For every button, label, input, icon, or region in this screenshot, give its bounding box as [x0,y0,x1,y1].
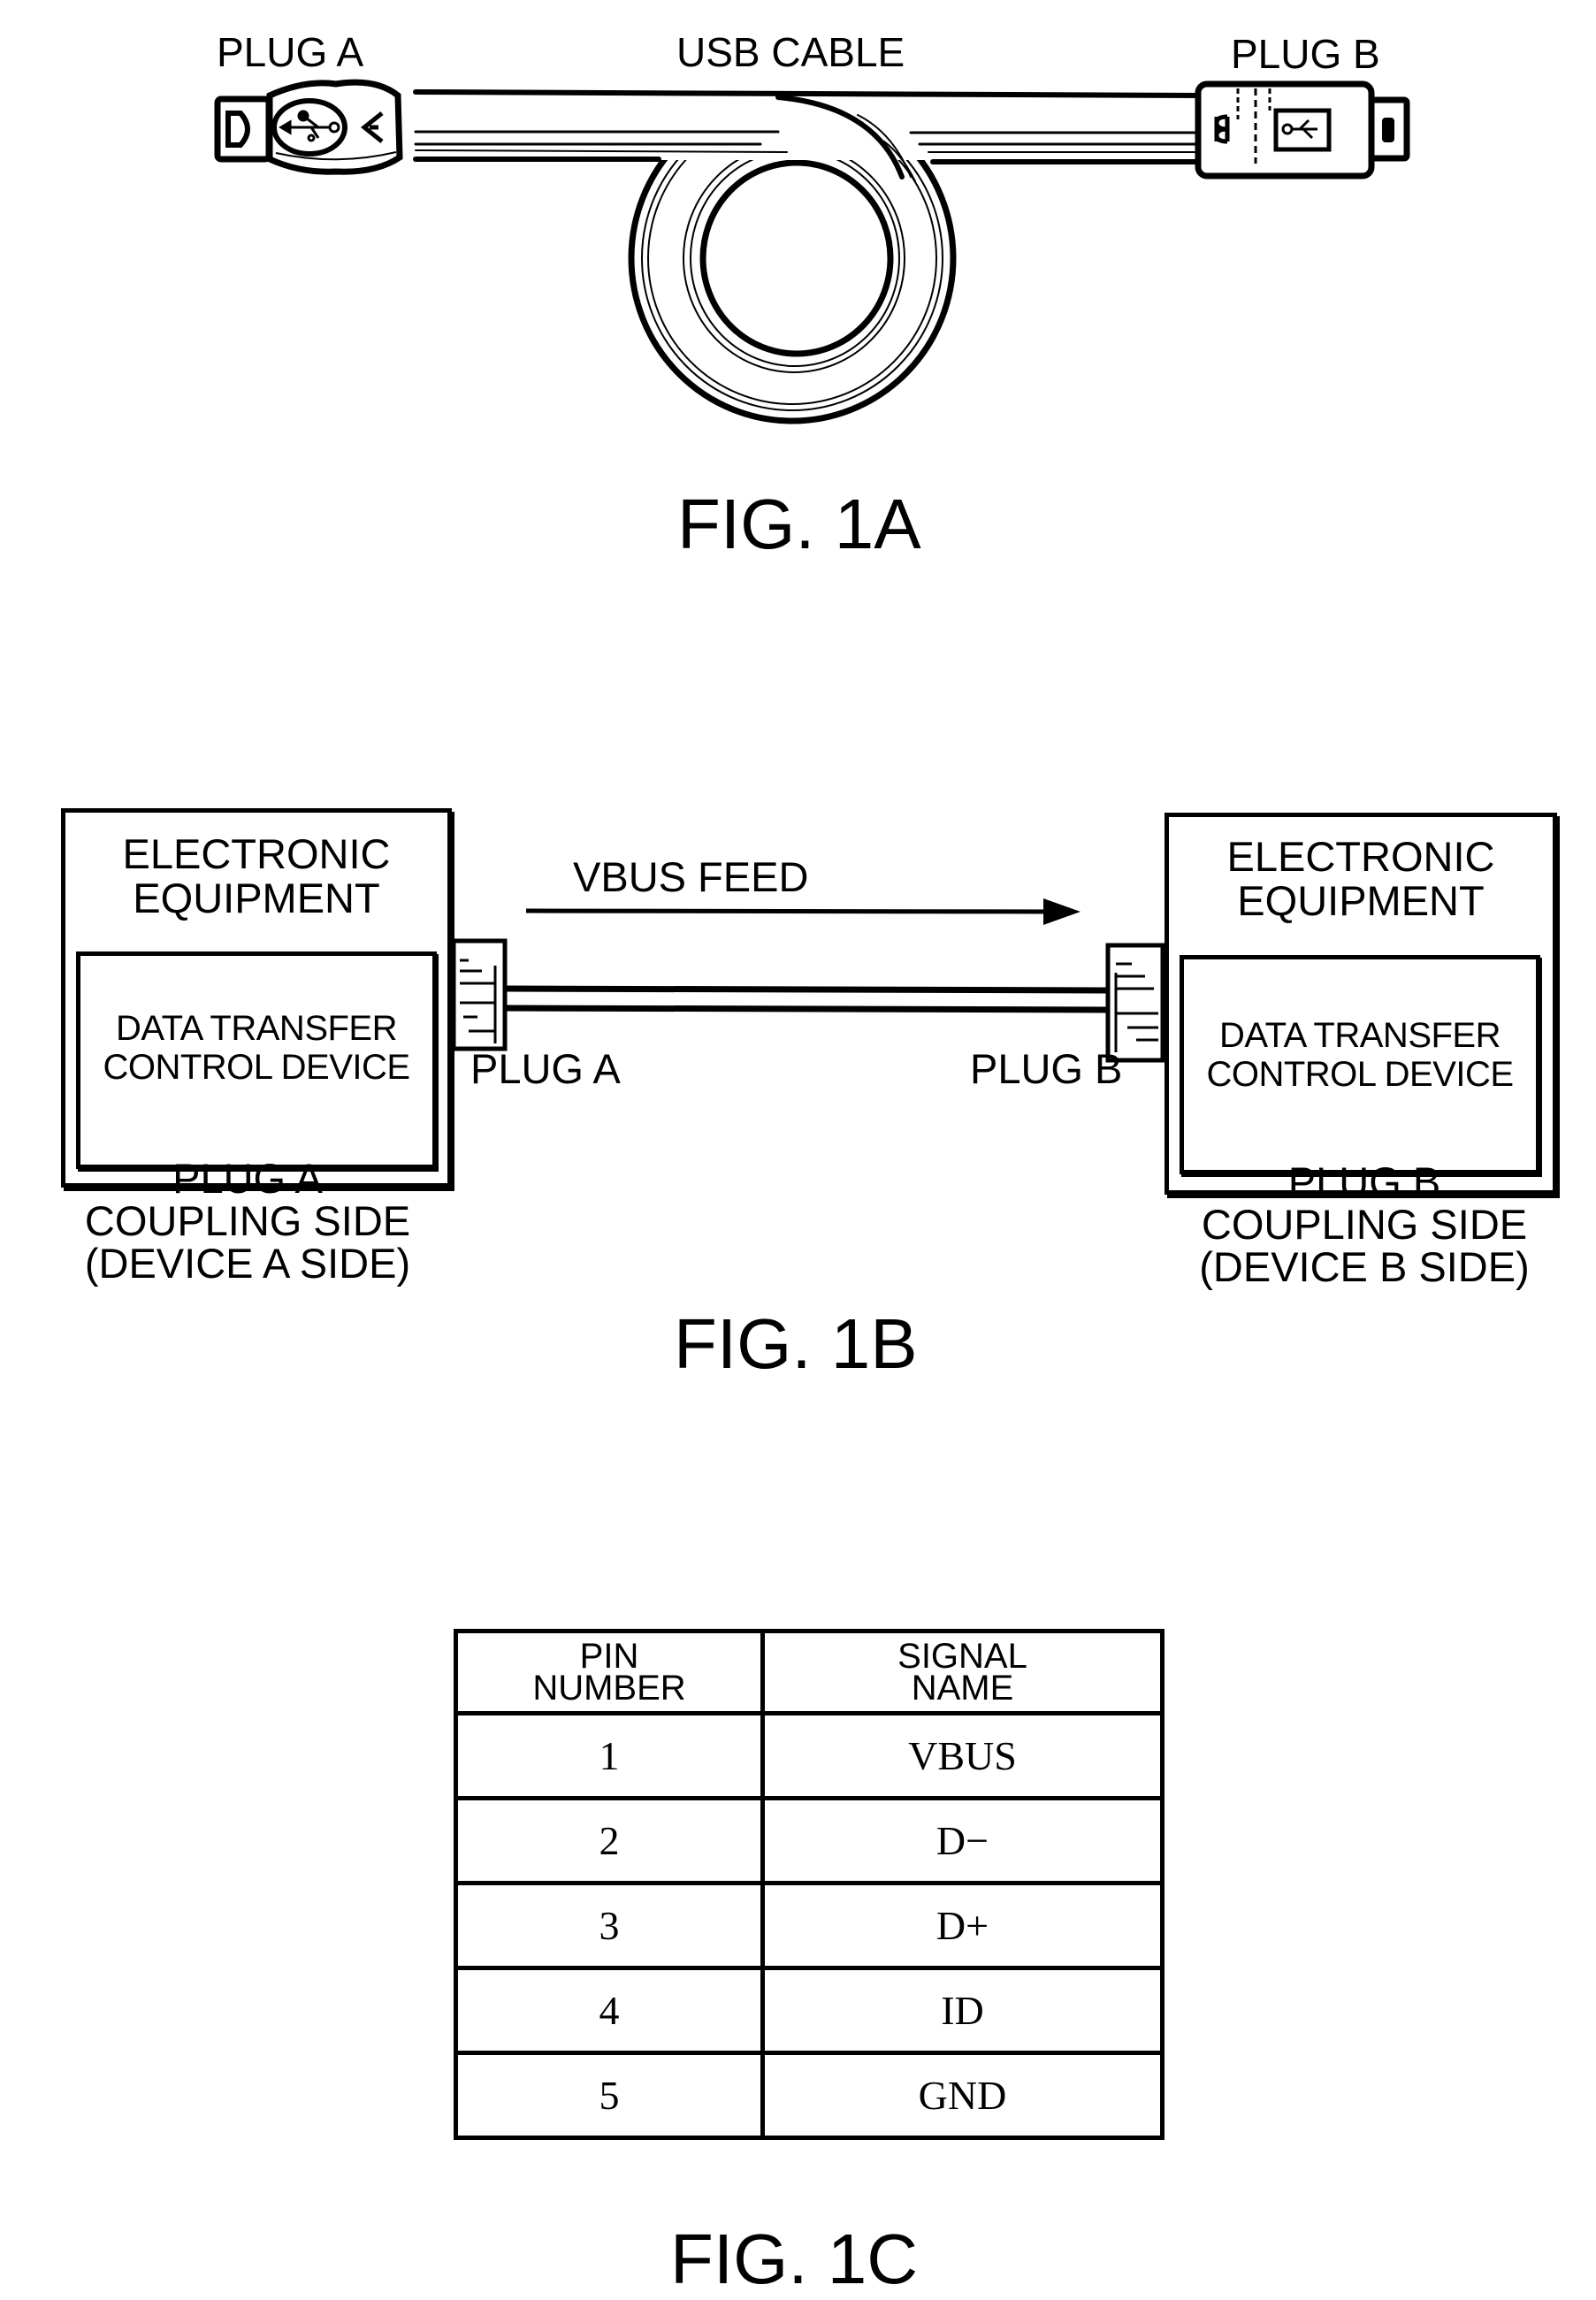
electronic-equipment-a: ELECTRONIC EQUIPMENT DATA TRANSFER CONTR… [61,808,452,1188]
usb-cable-drawing [214,79,1410,424]
device-b-label-line1: DATA TRANSFER [1219,1016,1501,1055]
signal-name-cell: ID [760,1966,1165,2055]
pin-assignment-table: PIN NUMBER SIGNAL NAME 1 VBUS 2 D− 3 D+ [454,1629,1165,2140]
plug-a-tip-mark [225,111,250,148]
device-b-side-caption: PLUG B COUPLING SIDE (DEVICE B SIDE) [1165,1161,1563,1288]
plug-b-label: PLUG B [970,1045,1123,1092]
cable-top-edge [413,89,1203,98]
device-b-label-line2: CONTROL DEVICE [1206,1055,1514,1094]
device-b-side-line1: PLUG B [1287,1158,1441,1205]
cable-line-lower [504,1005,1109,1013]
table-row: 3 D+ [454,1881,1165,1970]
device-a-side-line1: PLUG A [172,1155,323,1202]
fig-1c-caption: FIG. 1C [670,2220,919,2298]
plug-b-connector [1105,943,1165,1063]
device-a-label-line1: DATA TRANSFER [116,1009,398,1048]
device-b-side-line2: COUPLING SIDE [1201,1201,1528,1248]
device-a-side-line2: COUPLING SIDE [84,1197,411,1244]
pin-number-cell: 3 [454,1881,765,1970]
pin-number-cell: 1 [454,1711,765,1800]
device-b-side-line3: (DEVICE B SIDE) [1199,1243,1530,1290]
table-row: 1 VBUS [454,1711,1165,1800]
device-a-side-caption: PLUG A COUPLING SIDE (DEVICE A SIDE) [53,1158,442,1285]
header-pin-number: PIN NUMBER [454,1629,765,1715]
device-a-side-line3: (DEVICE A SIDE) [84,1240,411,1287]
plug-a-label: PLUG A [470,1045,621,1092]
plug-a-drawing [214,79,403,175]
fig-1a-caption: FIG. 1A [677,485,921,563]
electronic-equipment-b: ELECTRONIC EQUIPMENT DATA TRANSFER CONTR… [1165,813,1557,1195]
header-signal-name: SIGNAL NAME [760,1629,1165,1715]
plug-b-tip-slot [1382,118,1394,142]
table-row: 4 ID [454,1966,1165,2055]
pin-number-cell: 5 [454,2051,765,2140]
pin-number-cell: 4 [454,1966,765,2055]
table-header-row: PIN NUMBER SIGNAL NAME [454,1629,1165,1715]
signal-name-cell: VBUS [760,1711,1165,1800]
pin-number-cell: 2 [454,1796,765,1885]
signal-name-cell: D+ [760,1881,1165,1970]
plug-b-drawing [1195,80,1410,180]
vbus-feed-arrow-shaft [525,908,1053,914]
cable-line-upper [504,985,1109,994]
equipment-b-title-line1: ELECTRONIC [1226,833,1495,880]
signal-name-cell: D− [760,1796,1165,1885]
equipment-b-title-line2: EQUIPMENT [1237,877,1485,924]
data-transfer-control-device-a: DATA TRANSFER CONTROL DEVICE [76,951,437,1169]
table-row: 2 D− [454,1796,1165,1885]
equipment-a-title-line1: ELECTRONIC [122,830,391,877]
plug-a-connector [451,938,508,1051]
table-row: 5 GND [454,2051,1165,2140]
vbus-feed-label: VBUS FEED [573,853,809,900]
equipment-a-title-line2: EQUIPMENT [133,875,380,921]
vbus-feed-arrow-head [1043,898,1081,925]
device-a-label-line2: CONTROL DEVICE [103,1048,410,1087]
signal-name-cell: GND [760,2051,1165,2140]
fig-1b-caption: FIG. 1B [674,1304,918,1383]
data-transfer-control-device-b: DATA TRANSFER CONTROL DEVICE [1180,955,1540,1174]
